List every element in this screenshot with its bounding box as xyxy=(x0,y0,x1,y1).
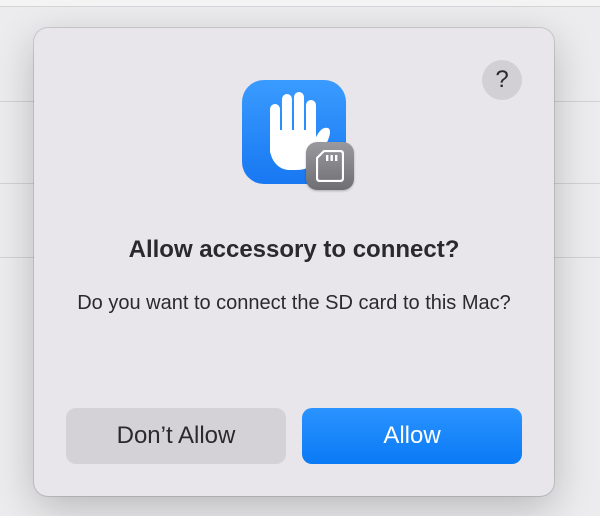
dialog-message: Do you want to connect the SD card to th… xyxy=(77,292,511,314)
allow-button[interactable]: Allow xyxy=(302,408,522,464)
dont-allow-button[interactable]: Don’t Allow xyxy=(66,408,286,464)
sd-card-icon xyxy=(306,142,354,190)
help-button[interactable]: ? xyxy=(482,60,522,100)
sd-card-glyph xyxy=(316,150,344,182)
background-toolbar xyxy=(0,0,600,7)
accessory-alert-dialog: ? Allow accessory to connect? Do you wan… xyxy=(34,28,554,496)
dialog-title: Allow accessory to connect? xyxy=(128,236,460,263)
help-button-label: ? xyxy=(495,66,509,93)
